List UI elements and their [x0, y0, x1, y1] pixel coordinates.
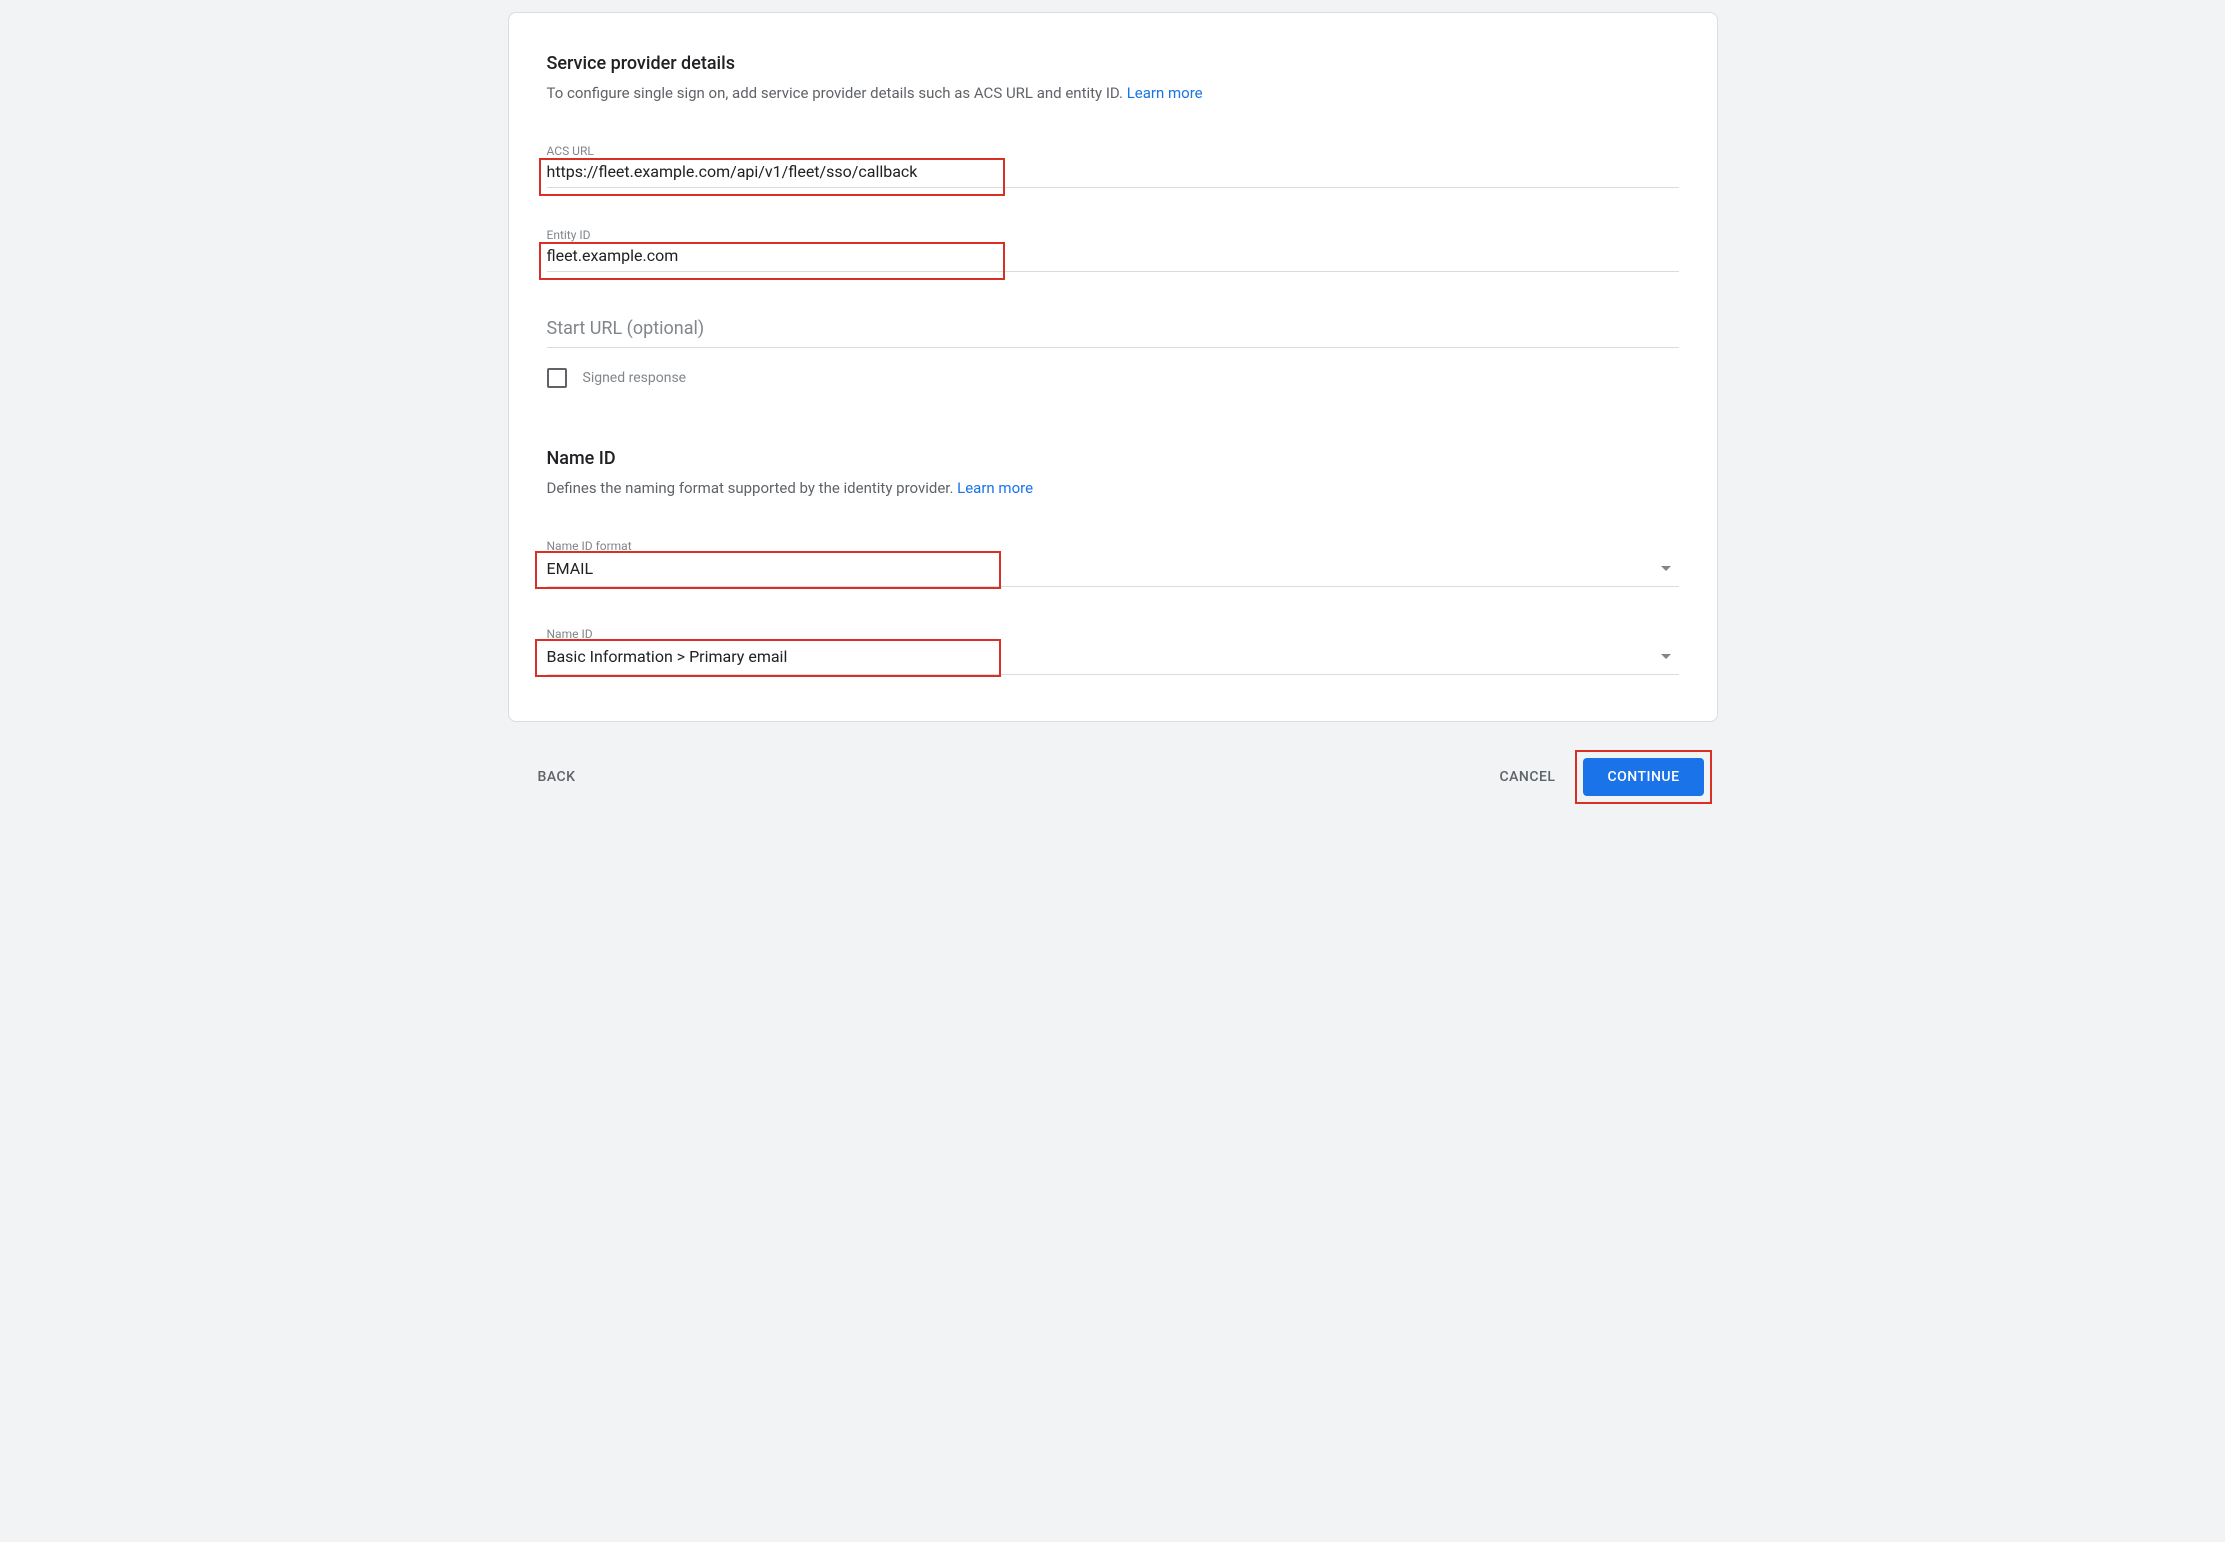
- acs-url-value: https://fleet.example.com/api/v1/fleet/s…: [547, 162, 918, 181]
- nameid-format-value: EMAIL: [547, 559, 594, 578]
- learn-more-sp-link[interactable]: Learn more: [1127, 84, 1203, 102]
- acs-url-label: ACS URL: [547, 144, 1679, 158]
- nameid-format-label: Name ID format: [547, 539, 1679, 553]
- signed-response-label: Signed response: [583, 370, 687, 386]
- continue-highlight: Continue: [1583, 758, 1703, 796]
- chevron-down-icon: [1661, 654, 1671, 659]
- acs-url-input-wrap[interactable]: https://fleet.example.com/api/v1/fleet/s…: [547, 162, 1679, 188]
- entity-id-value: fleet.example.com: [547, 246, 679, 265]
- signed-response-checkbox[interactable]: [547, 368, 567, 388]
- start-url-input[interactable]: Start URL (optional): [547, 312, 1679, 348]
- nameid-field: Name ID Basic Information > Primary emai…: [547, 627, 1679, 675]
- sp-desc-text: To configure single sign on, add service…: [547, 84, 1127, 102]
- acs-url-field: ACS URL https://fleet.example.com/api/v1…: [547, 144, 1679, 188]
- back-button[interactable]: Back: [522, 759, 592, 795]
- entity-id-input-wrap[interactable]: fleet.example.com: [547, 246, 1679, 272]
- cancel-button[interactable]: Cancel: [1484, 759, 1572, 795]
- chevron-down-icon: [1661, 566, 1671, 571]
- section-desc-nameid: Defines the naming format supported by t…: [547, 479, 1679, 497]
- right-buttons: Cancel Continue: [1484, 758, 1704, 796]
- service-provider-card: Service provider details To configure si…: [508, 12, 1718, 722]
- section-title-nameid: Name ID: [547, 448, 1679, 469]
- continue-button[interactable]: Continue: [1583, 758, 1703, 796]
- nameid-desc-text: Defines the naming format supported by t…: [547, 479, 958, 497]
- nameid-label: Name ID: [547, 627, 1679, 641]
- nameid-format-field: Name ID format EMAIL: [547, 539, 1679, 587]
- entity-id-field: Entity ID fleet.example.com: [547, 228, 1679, 272]
- section-title-sp: Service provider details: [547, 53, 1679, 74]
- nameid-format-select[interactable]: EMAIL: [547, 557, 1679, 587]
- nameid-select[interactable]: Basic Information > Primary email: [547, 645, 1679, 675]
- nameid-value: Basic Information > Primary email: [547, 647, 788, 666]
- entity-id-label: Entity ID: [547, 228, 1679, 242]
- learn-more-nameid-link[interactable]: Learn more: [957, 479, 1033, 497]
- section-desc-sp: To configure single sign on, add service…: [547, 84, 1679, 102]
- signed-response-row: Signed response: [547, 368, 1679, 388]
- button-row: Back Cancel Continue: [508, 758, 1718, 796]
